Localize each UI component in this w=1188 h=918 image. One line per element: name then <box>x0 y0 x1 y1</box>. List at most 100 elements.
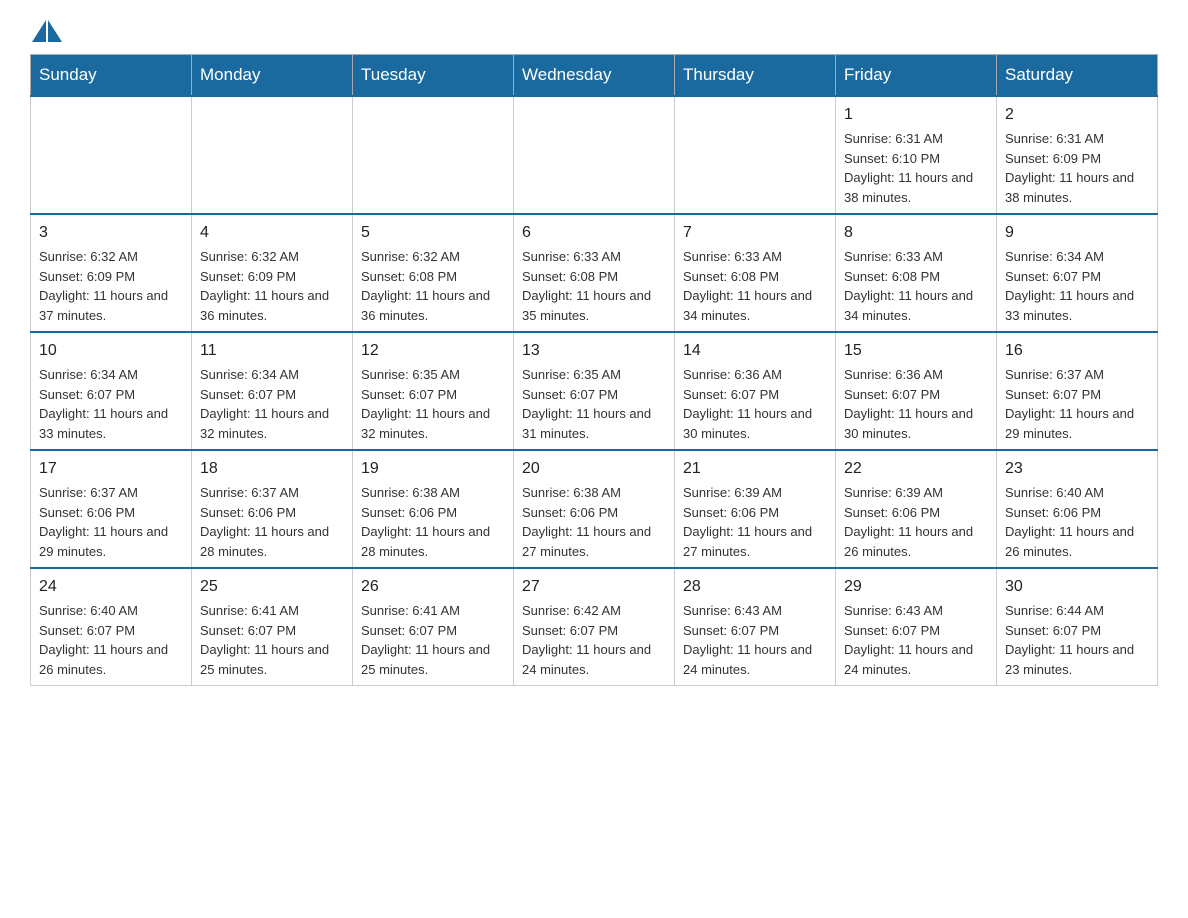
weekday-header-row: SundayMondayTuesdayWednesdayThursdayFrid… <box>31 55 1158 97</box>
weekday-header-monday: Monday <box>192 55 353 97</box>
day-number: 30 <box>1005 575 1149 599</box>
calendar-cell: 30Sunrise: 6:44 AMSunset: 6:07 PMDayligh… <box>997 568 1158 686</box>
calendar-cell <box>353 96 514 214</box>
cell-sun-info: Sunrise: 6:41 AMSunset: 6:07 PMDaylight:… <box>200 601 344 679</box>
calendar-cell: 8Sunrise: 6:33 AMSunset: 6:08 PMDaylight… <box>836 214 997 332</box>
cell-sun-info: Sunrise: 6:36 AMSunset: 6:07 PMDaylight:… <box>683 365 827 443</box>
weekday-header-friday: Friday <box>836 55 997 97</box>
calendar-cell: 9Sunrise: 6:34 AMSunset: 6:07 PMDaylight… <box>997 214 1158 332</box>
cell-sun-info: Sunrise: 6:43 AMSunset: 6:07 PMDaylight:… <box>844 601 988 679</box>
day-number: 29 <box>844 575 988 599</box>
calendar-cell <box>31 96 192 214</box>
cell-sun-info: Sunrise: 6:38 AMSunset: 6:06 PMDaylight:… <box>522 483 666 561</box>
cell-sun-info: Sunrise: 6:37 AMSunset: 6:06 PMDaylight:… <box>39 483 183 561</box>
cell-sun-info: Sunrise: 6:37 AMSunset: 6:07 PMDaylight:… <box>1005 365 1149 443</box>
cell-sun-info: Sunrise: 6:34 AMSunset: 6:07 PMDaylight:… <box>39 365 183 443</box>
calendar-week-row: 10Sunrise: 6:34 AMSunset: 6:07 PMDayligh… <box>31 332 1158 450</box>
calendar-cell: 17Sunrise: 6:37 AMSunset: 6:06 PMDayligh… <box>31 450 192 568</box>
day-number: 17 <box>39 457 183 481</box>
day-number: 26 <box>361 575 505 599</box>
logo-triangle2-icon <box>48 20 62 42</box>
cell-sun-info: Sunrise: 6:44 AMSunset: 6:07 PMDaylight:… <box>1005 601 1149 679</box>
cell-sun-info: Sunrise: 6:37 AMSunset: 6:06 PMDaylight:… <box>200 483 344 561</box>
calendar-cell: 14Sunrise: 6:36 AMSunset: 6:07 PMDayligh… <box>675 332 836 450</box>
calendar-cell: 7Sunrise: 6:33 AMSunset: 6:08 PMDaylight… <box>675 214 836 332</box>
cell-sun-info: Sunrise: 6:32 AMSunset: 6:09 PMDaylight:… <box>39 247 183 325</box>
calendar-week-row: 17Sunrise: 6:37 AMSunset: 6:06 PMDayligh… <box>31 450 1158 568</box>
calendar-cell: 19Sunrise: 6:38 AMSunset: 6:06 PMDayligh… <box>353 450 514 568</box>
cell-sun-info: Sunrise: 6:34 AMSunset: 6:07 PMDaylight:… <box>1005 247 1149 325</box>
calendar-cell: 26Sunrise: 6:41 AMSunset: 6:07 PMDayligh… <box>353 568 514 686</box>
day-number: 2 <box>1005 103 1149 127</box>
calendar-cell: 25Sunrise: 6:41 AMSunset: 6:07 PMDayligh… <box>192 568 353 686</box>
cell-sun-info: Sunrise: 6:33 AMSunset: 6:08 PMDaylight:… <box>683 247 827 325</box>
day-number: 27 <box>522 575 666 599</box>
cell-sun-info: Sunrise: 6:34 AMSunset: 6:07 PMDaylight:… <box>200 365 344 443</box>
calendar-week-row: 3Sunrise: 6:32 AMSunset: 6:09 PMDaylight… <box>31 214 1158 332</box>
cell-sun-info: Sunrise: 6:35 AMSunset: 6:07 PMDaylight:… <box>361 365 505 443</box>
day-number: 13 <box>522 339 666 363</box>
cell-sun-info: Sunrise: 6:39 AMSunset: 6:06 PMDaylight:… <box>844 483 988 561</box>
day-number: 6 <box>522 221 666 245</box>
day-number: 21 <box>683 457 827 481</box>
weekday-header-tuesday: Tuesday <box>353 55 514 97</box>
day-number: 19 <box>361 457 505 481</box>
day-number: 1 <box>844 103 988 127</box>
cell-sun-info: Sunrise: 6:31 AMSunset: 6:09 PMDaylight:… <box>1005 129 1149 207</box>
calendar-cell: 2Sunrise: 6:31 AMSunset: 6:09 PMDaylight… <box>997 96 1158 214</box>
cell-sun-info: Sunrise: 6:33 AMSunset: 6:08 PMDaylight:… <box>844 247 988 325</box>
calendar-cell <box>192 96 353 214</box>
calendar-cell: 13Sunrise: 6:35 AMSunset: 6:07 PMDayligh… <box>514 332 675 450</box>
calendar-cell: 11Sunrise: 6:34 AMSunset: 6:07 PMDayligh… <box>192 332 353 450</box>
cell-sun-info: Sunrise: 6:40 AMSunset: 6:07 PMDaylight:… <box>39 601 183 679</box>
calendar-cell: 28Sunrise: 6:43 AMSunset: 6:07 PMDayligh… <box>675 568 836 686</box>
day-number: 4 <box>200 221 344 245</box>
day-number: 22 <box>844 457 988 481</box>
cell-sun-info: Sunrise: 6:32 AMSunset: 6:08 PMDaylight:… <box>361 247 505 325</box>
calendar-cell: 4Sunrise: 6:32 AMSunset: 6:09 PMDaylight… <box>192 214 353 332</box>
calendar-cell: 1Sunrise: 6:31 AMSunset: 6:10 PMDaylight… <box>836 96 997 214</box>
calendar-cell: 3Sunrise: 6:32 AMSunset: 6:09 PMDaylight… <box>31 214 192 332</box>
logo <box>30 20 64 34</box>
day-number: 12 <box>361 339 505 363</box>
calendar-cell: 22Sunrise: 6:39 AMSunset: 6:06 PMDayligh… <box>836 450 997 568</box>
day-number: 16 <box>1005 339 1149 363</box>
weekday-header-saturday: Saturday <box>997 55 1158 97</box>
weekday-header-sunday: Sunday <box>31 55 192 97</box>
day-number: 15 <box>844 339 988 363</box>
calendar-cell <box>675 96 836 214</box>
cell-sun-info: Sunrise: 6:31 AMSunset: 6:10 PMDaylight:… <box>844 129 988 207</box>
calendar-week-row: 24Sunrise: 6:40 AMSunset: 6:07 PMDayligh… <box>31 568 1158 686</box>
cell-sun-info: Sunrise: 6:33 AMSunset: 6:08 PMDaylight:… <box>522 247 666 325</box>
calendar-cell: 27Sunrise: 6:42 AMSunset: 6:07 PMDayligh… <box>514 568 675 686</box>
calendar-cell: 12Sunrise: 6:35 AMSunset: 6:07 PMDayligh… <box>353 332 514 450</box>
calendar-cell: 6Sunrise: 6:33 AMSunset: 6:08 PMDaylight… <box>514 214 675 332</box>
weekday-header-thursday: Thursday <box>675 55 836 97</box>
day-number: 24 <box>39 575 183 599</box>
calendar-cell: 21Sunrise: 6:39 AMSunset: 6:06 PMDayligh… <box>675 450 836 568</box>
day-number: 11 <box>200 339 344 363</box>
page-header <box>30 20 1158 34</box>
day-number: 18 <box>200 457 344 481</box>
calendar-cell: 20Sunrise: 6:38 AMSunset: 6:06 PMDayligh… <box>514 450 675 568</box>
cell-sun-info: Sunrise: 6:35 AMSunset: 6:07 PMDaylight:… <box>522 365 666 443</box>
day-number: 28 <box>683 575 827 599</box>
cell-sun-info: Sunrise: 6:39 AMSunset: 6:06 PMDaylight:… <box>683 483 827 561</box>
logo-triangle-icon <box>32 20 46 42</box>
cell-sun-info: Sunrise: 6:42 AMSunset: 6:07 PMDaylight:… <box>522 601 666 679</box>
cell-sun-info: Sunrise: 6:36 AMSunset: 6:07 PMDaylight:… <box>844 365 988 443</box>
calendar-week-row: 1Sunrise: 6:31 AMSunset: 6:10 PMDaylight… <box>31 96 1158 214</box>
day-number: 9 <box>1005 221 1149 245</box>
calendar-cell: 10Sunrise: 6:34 AMSunset: 6:07 PMDayligh… <box>31 332 192 450</box>
weekday-header-wednesday: Wednesday <box>514 55 675 97</box>
calendar-cell <box>514 96 675 214</box>
day-number: 5 <box>361 221 505 245</box>
calendar-cell: 18Sunrise: 6:37 AMSunset: 6:06 PMDayligh… <box>192 450 353 568</box>
calendar-cell: 15Sunrise: 6:36 AMSunset: 6:07 PMDayligh… <box>836 332 997 450</box>
cell-sun-info: Sunrise: 6:43 AMSunset: 6:07 PMDaylight:… <box>683 601 827 679</box>
day-number: 14 <box>683 339 827 363</box>
day-number: 7 <box>683 221 827 245</box>
cell-sun-info: Sunrise: 6:38 AMSunset: 6:06 PMDaylight:… <box>361 483 505 561</box>
day-number: 10 <box>39 339 183 363</box>
calendar-table: SundayMondayTuesdayWednesdayThursdayFrid… <box>30 54 1158 686</box>
